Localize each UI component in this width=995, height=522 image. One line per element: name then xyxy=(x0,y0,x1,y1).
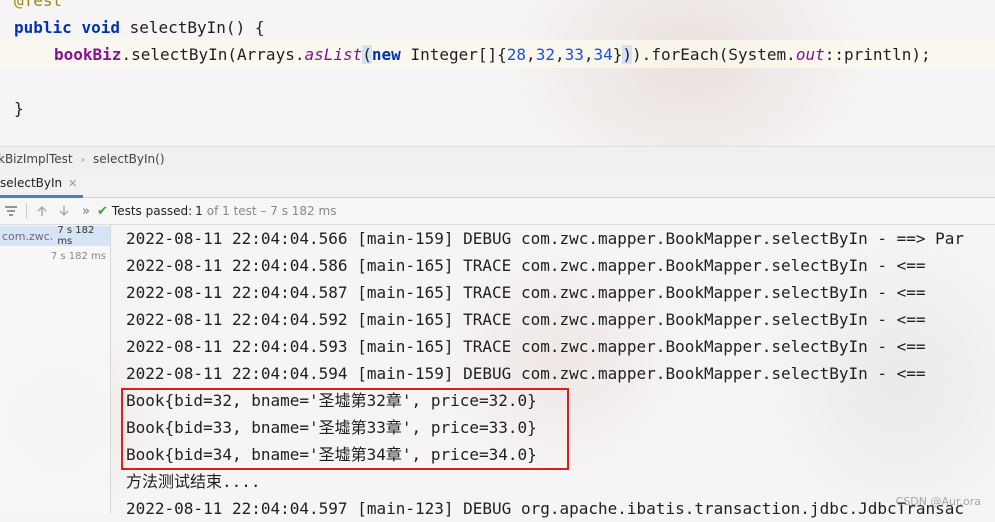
console-line: 2022-08-11 22:04:04.586 [main-165] TRACE… xyxy=(126,256,926,275)
toolbar-divider xyxy=(26,203,27,219)
code-token: ::println); xyxy=(824,45,931,64)
test-tree-row[interactable]: com.zwc. 7 s 182 ms xyxy=(0,225,110,247)
code-line-annotation: @Test xyxy=(14,0,63,10)
run-tab-label: selectByIn xyxy=(0,176,63,190)
run-tab-selectbyin[interactable]: selectByIn ✕ xyxy=(0,171,84,198)
tests-passed-label: Tests passed: xyxy=(111,204,193,218)
test-duration: 7 s 182 ms xyxy=(50,250,106,262)
number-literal: 33 xyxy=(564,45,584,64)
tests-passed-count: 1 xyxy=(195,204,203,218)
keyword-public: public xyxy=(14,18,72,37)
console-line: 2022-08-11 22:04:04.597 [main-123] DEBUG… xyxy=(126,499,965,518)
code-token: Integer[]{ xyxy=(400,45,507,64)
field-out: out xyxy=(795,45,825,64)
console-line: 2022-08-11 22:04:04.592 [main-165] TRACE… xyxy=(126,310,926,329)
breadcrumb: kBizImplTest › selectByIn() xyxy=(0,146,995,172)
code-token: , xyxy=(554,45,565,64)
matched-paren-close: ) xyxy=(622,45,633,64)
console-line: 2022-08-11 22:04:04.594 [main-159] DEBUG… xyxy=(126,364,926,383)
tests-summary: of 1 test – 7 s 182 ms xyxy=(206,204,337,218)
matched-paren-open: ( xyxy=(362,45,372,64)
code-line-method-signature: public void selectByIn() { xyxy=(14,15,264,41)
code-token: ).forEach(System. xyxy=(632,45,796,64)
code-editor[interactable]: @Test public void selectByIn() { bookBiz… xyxy=(0,0,995,146)
console-output[interactable]: 2022-08-11 22:04:04.566 [main-159] DEBUG… xyxy=(111,225,995,518)
code-token: , xyxy=(583,45,594,64)
field-bookbiz: bookBiz xyxy=(54,45,122,64)
breadcrumb-separator: › xyxy=(80,152,86,166)
number-literal: 32 xyxy=(535,45,555,64)
test-toolbar: » ✔ Tests passed: 1 of 1 test – 7 s 182 … xyxy=(0,198,995,225)
highlight-box xyxy=(121,388,569,470)
console-line: 方法测试结束.... xyxy=(126,472,261,491)
method-aslist: asList xyxy=(304,45,363,64)
number-literal: 28 xyxy=(506,45,527,64)
breadcrumb-method[interactable]: selectByIn() xyxy=(93,152,165,166)
test-duration: 7 s 182 ms xyxy=(57,225,95,247)
watermark: CSDN @Aur.ora xyxy=(895,495,981,508)
console-line: 2022-08-11 22:04:04.566 [main-159] DEBUG… xyxy=(126,229,965,248)
method-name: selectByIn() { xyxy=(119,18,265,37)
test-class-name: com.zwc. xyxy=(2,229,54,243)
more-icon[interactable]: » xyxy=(75,200,97,222)
console-line: 2022-08-11 22:04:04.593 [main-165] TRACE… xyxy=(126,337,926,356)
sort-icon[interactable] xyxy=(0,200,22,222)
close-icon[interactable]: ✕ xyxy=(68,177,77,190)
code-line-call: bookBiz.selectByIn(Arrays.asList(new Int… xyxy=(54,42,931,68)
arrow-down-icon[interactable] xyxy=(53,200,75,222)
check-icon: ✔ xyxy=(97,203,108,219)
breadcrumb-class[interactable]: kBizImplTest xyxy=(0,152,73,166)
code-token: } xyxy=(612,45,623,64)
run-tab-bar: selectByIn ✕ xyxy=(0,171,995,198)
console-line: 2022-08-11 22:04:04.587 [main-165] TRACE… xyxy=(126,283,926,302)
test-tree-row[interactable]: 7 s 182 ms xyxy=(0,246,110,266)
code-line-close-brace: } xyxy=(14,99,24,118)
code-token: .selectByIn(Arrays. xyxy=(121,45,305,64)
keyword-new: new xyxy=(371,45,401,64)
code-token: , xyxy=(526,45,536,64)
keyword-void: void xyxy=(81,18,120,37)
number-literal: 34 xyxy=(593,45,613,64)
test-tree: com.zwc. 7 s 182 ms 7 s 182 ms xyxy=(0,225,111,514)
arrow-up-icon[interactable] xyxy=(31,200,53,222)
